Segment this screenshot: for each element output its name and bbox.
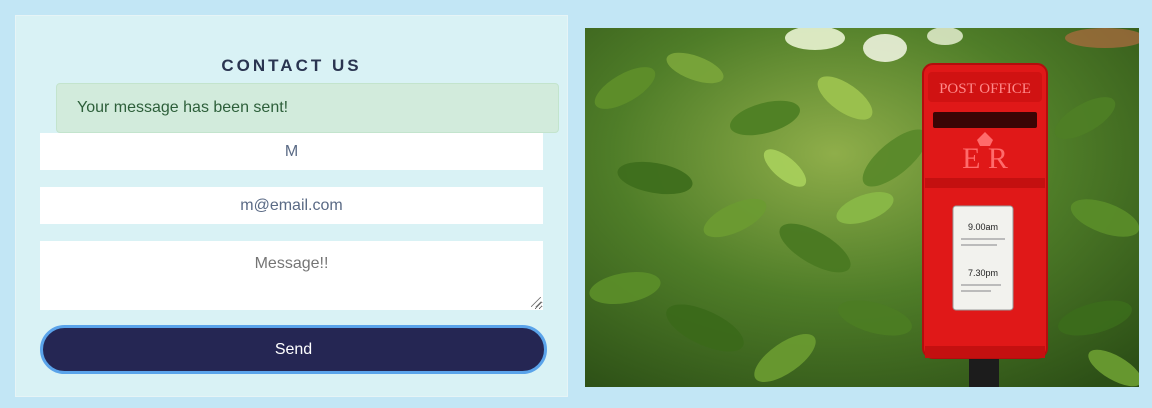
resize-handle-icon[interactable] [531, 297, 541, 307]
contact-title: CONTACT US [221, 56, 362, 75]
name-field[interactable] [40, 133, 543, 170]
message-field[interactable] [40, 241, 543, 310]
email-field[interactable] [40, 187, 543, 224]
send-button[interactable]: Send [40, 325, 547, 374]
postbox-photo-art: POST OFFICE E R 9.00am 7.30pm [585, 28, 1139, 387]
success-alert: Your message has been sent! [56, 83, 559, 133]
postbox-photo: POST OFFICE E R 9.00am 7.30pm [585, 28, 1139, 387]
royal-cipher: E R [962, 142, 1008, 175]
collection-time-2: 7.30pm [968, 268, 998, 278]
collection-time-1: 9.00am [968, 222, 998, 232]
postbox-label: POST OFFICE [939, 81, 1031, 97]
